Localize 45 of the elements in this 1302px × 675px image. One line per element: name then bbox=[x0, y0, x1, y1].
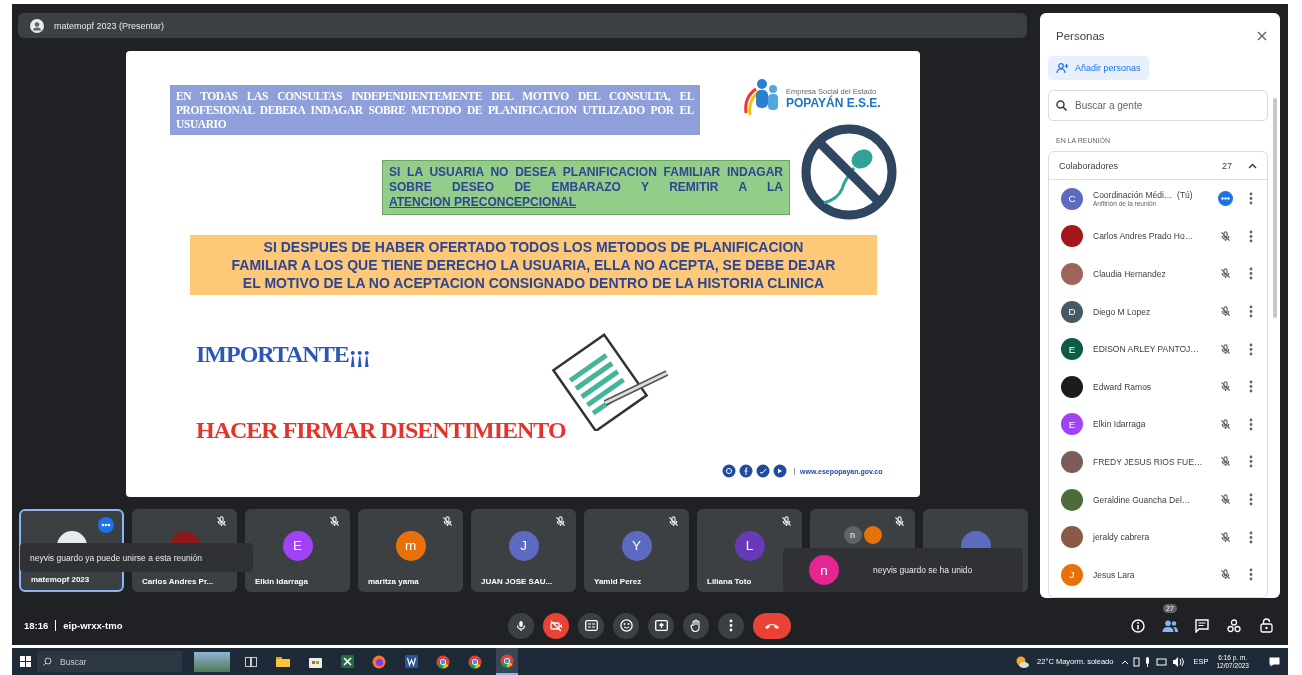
avatar: E bbox=[282, 530, 313, 561]
presenter-title: matemopf 2023 (Presentar) bbox=[54, 20, 165, 31]
slide-heading: IMPORTANTE¡¡¡ bbox=[196, 341, 370, 368]
participant-name: Coordinación Médi… (Tú) bbox=[1093, 190, 1194, 201]
avatar: n bbox=[809, 555, 839, 585]
participant-name: jeraldy cabrera bbox=[1093, 532, 1151, 543]
logo-name: POPAYÁN E.S.E. bbox=[786, 95, 881, 110]
participant-name: maritza yama bbox=[368, 577, 419, 586]
avatar: m bbox=[395, 530, 426, 561]
avatar: n bbox=[843, 525, 862, 544]
avatar: Y bbox=[621, 530, 652, 561]
participant-name: Claudia Hernandez bbox=[1093, 269, 1167, 279]
search-placeholder: Buscar bbox=[60, 656, 87, 667]
participant-name: JUAN JOSE SAU... bbox=[481, 577, 553, 586]
avatar: C bbox=[1061, 187, 1083, 210]
panel-title: Personas bbox=[1056, 30, 1105, 42]
participant-name: Diego M Lopez bbox=[1093, 306, 1152, 317]
participant-name: Yamid Perez bbox=[594, 577, 642, 586]
notification-text: neyvis guardo se ha unido bbox=[873, 565, 973, 575]
avatar: J bbox=[508, 530, 539, 561]
avatar: D bbox=[1061, 300, 1083, 323]
text-box: SI DESPUES DE HABER OFERTADO TODOS LOS METODOS DE PLANIFICACION FAMILIAR A LOS QUE TIENE DERECHO LA USUARIA, ELLA NO ACEPTA, SE DEBE DEJAR EL MOTIVO DE LA NO ACEPTACION CONSIGNADO DENTRO DE LA HISTORIA CLINICA bbox=[190, 235, 877, 295]
participant-name: Carlos Andres Prado Ho… bbox=[1093, 231, 1195, 242]
participant-name: Liliana Toto bbox=[707, 577, 752, 586]
meeting-time: 18:16 bbox=[24, 620, 49, 631]
participant-name: Elkin Idarraga bbox=[255, 577, 308, 586]
slide-warning: HACER FIRMAR DISENTIMIENTO bbox=[196, 417, 566, 444]
meeting-code: eip-wrxx-tmo bbox=[63, 620, 123, 631]
participant-name: Jesus Lara bbox=[1093, 569, 1136, 580]
participant-name: FREDY JESUS RIOS FUE… bbox=[1093, 456, 1204, 467]
text-box: SI LA USUARIA NO DESEA PLANIFICACION FAMILIAR INDAGAR SOBRE DESEO DE EMBARAZO Y REMITIR A LA ATENCION PRECONCEPCIONAL bbox=[382, 160, 790, 215]
group-label: Colaboradores bbox=[1059, 160, 1120, 171]
avatar: E bbox=[1061, 413, 1083, 436]
notification-text: neyvis guardo ya puede unirse a esta reunión bbox=[30, 552, 202, 563]
participant-name: Elkin Idarraga bbox=[1093, 419, 1147, 430]
participant-name: Edward Ramos bbox=[1093, 381, 1153, 392]
avatar: L bbox=[734, 530, 765, 561]
participant-name: matemopf 2023 bbox=[31, 575, 90, 584]
avatar: E bbox=[1061, 338, 1083, 361]
group-count: 27 bbox=[1222, 160, 1232, 171]
participant-name: EDISON ARLEY PANTOJ… bbox=[1093, 344, 1200, 355]
participant-name: Carlos Andres Pr... bbox=[142, 577, 214, 586]
avatar: J bbox=[1061, 563, 1083, 586]
participant-name: Geraldine Guancha Del… bbox=[1093, 494, 1192, 505]
text-box: EN TODAS LAS CONSULTAS INDEPENDIENTEMENTE DEL MOTIVO DEL CONSULTA, EL PROFESIONAL DEBERA INDAGAR SOBRE METODO DE PLANIFICACION UTILIZADO POR EL USUARIO bbox=[170, 85, 700, 135]
